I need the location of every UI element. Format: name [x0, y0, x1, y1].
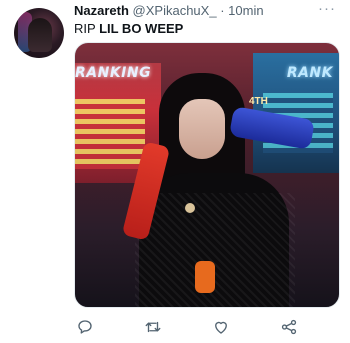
- share-icon: [281, 319, 297, 335]
- reply-icon: [78, 320, 92, 334]
- header-separator: ·: [220, 3, 225, 18]
- person-face: [179, 99, 225, 159]
- sign-left-text: RANKING: [75, 65, 152, 81]
- author-handle[interactable]: @XPikachuX_: [133, 3, 217, 18]
- mesh-sleeves: [135, 193, 295, 307]
- necklace-pendant: [185, 203, 195, 213]
- retweet-icon: [145, 321, 161, 333]
- tweet-actions: [74, 316, 304, 338]
- pumpkin-pendant: [195, 261, 215, 293]
- sign-right-text: RANK: [286, 65, 333, 81]
- like-icon: [215, 321, 227, 334]
- like-button[interactable]: [210, 316, 232, 338]
- tweet-timestamp[interactable]: 10min: [228, 3, 263, 18]
- tweet-header: Nazareth @XPikachuX_ · 10min: [74, 3, 320, 19]
- author-name[interactable]: Nazareth: [74, 3, 129, 18]
- more-options-icon[interactable]: ···: [318, 1, 336, 20]
- tweet-text: RIP LIL BO WEEP: [74, 21, 183, 37]
- tweet-media-photo[interactable]: RANKING RANK 4TH: [74, 42, 340, 308]
- share-button[interactable]: [278, 316, 300, 338]
- tweet-text-bold: LIL BO WEEP: [99, 21, 184, 36]
- tweet-text-prefix: RIP: [74, 21, 96, 36]
- author-avatar[interactable]: [14, 8, 64, 58]
- reply-button[interactable]: [74, 316, 96, 338]
- retweet-button[interactable]: [142, 316, 164, 338]
- sign-badge-text: 4TH: [249, 96, 268, 107]
- avatar-figure: [28, 18, 52, 52]
